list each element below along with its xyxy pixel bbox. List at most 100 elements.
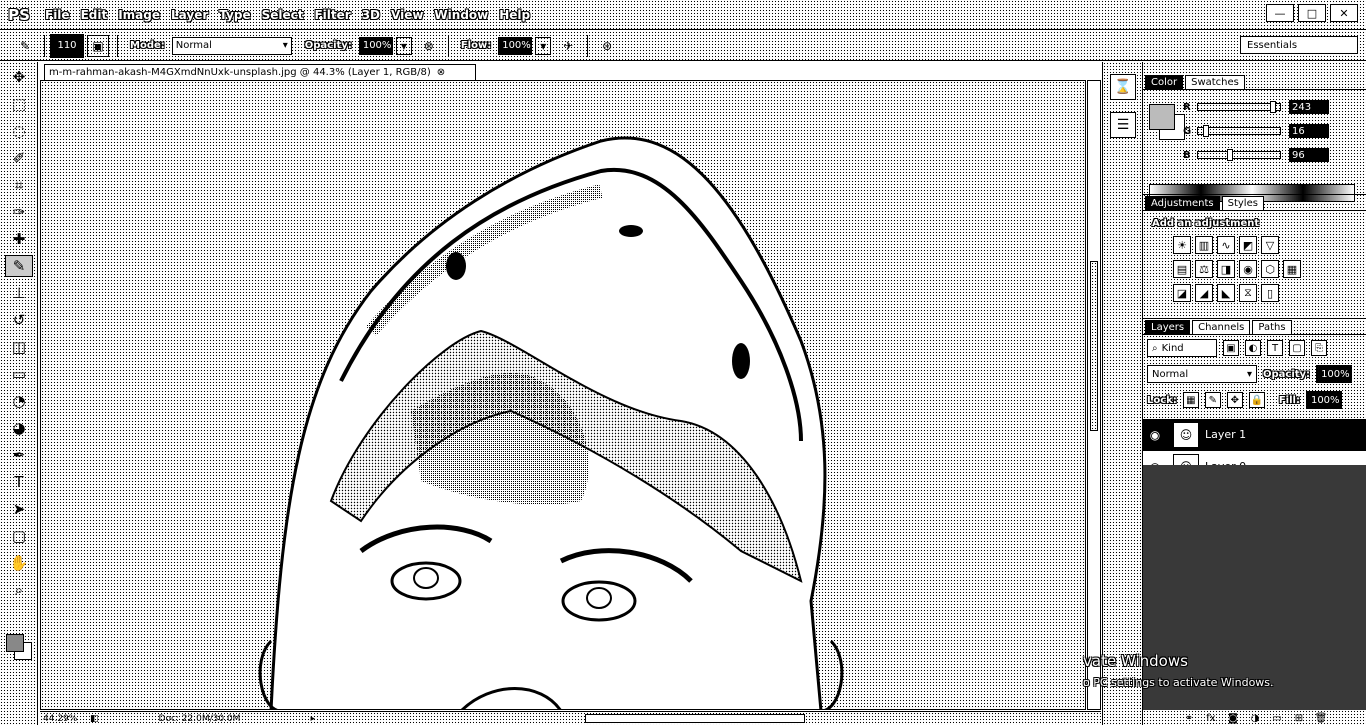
lock-all-icon[interactable]: 🔒 bbox=[1248, 392, 1265, 408]
layer-name[interactable]: Layer 1 bbox=[1205, 428, 1246, 441]
gradient-tool-icon[interactable]: ▭ bbox=[5, 363, 33, 385]
invert-icon[interactable]: ◪ bbox=[1173, 284, 1191, 302]
red-value[interactable]: 243 bbox=[1289, 100, 1329, 114]
healing-tool-icon[interactable]: ✚ bbox=[5, 228, 33, 250]
mode-select[interactable]: Normal ▾ bbox=[171, 36, 292, 55]
hue-saturation-icon[interactable]: ▤ bbox=[1173, 260, 1191, 278]
new-group-icon[interactable]: ▭ bbox=[1269, 711, 1285, 725]
workspace-select[interactable]: Essentials bbox=[1240, 36, 1358, 54]
add-mask-icon[interactable]: ◙ bbox=[1225, 711, 1241, 725]
menu-view[interactable]: View bbox=[391, 8, 423, 22]
menu-file[interactable]: File bbox=[45, 8, 70, 22]
marquee-tool-icon[interactable]: ⬚ bbox=[5, 93, 33, 115]
foreground-color-swatch[interactable] bbox=[1149, 104, 1175, 130]
brush-size-picker[interactable]: 110 bbox=[50, 33, 84, 58]
document-canvas[interactable] bbox=[40, 80, 1086, 710]
vertical-scroll-thumb[interactable] bbox=[1090, 261, 1098, 431]
brush-panel-toggle-icon[interactable]: ▣ bbox=[87, 34, 109, 57]
horizontal-scroll-thumb[interactable] bbox=[585, 714, 805, 723]
levels-icon[interactable]: ▥ bbox=[1195, 236, 1213, 254]
crop-tool-icon[interactable]: ⌗ bbox=[5, 174, 33, 196]
channel-mixer-icon[interactable]: ⬡ bbox=[1261, 260, 1279, 278]
red-slider-knob[interactable] bbox=[1270, 101, 1276, 113]
green-value[interactable]: 16 bbox=[1289, 124, 1329, 138]
eraser-tool-icon[interactable]: ◫ bbox=[5, 336, 33, 358]
curves-icon[interactable]: ∿ bbox=[1217, 236, 1235, 254]
tab-paths[interactable]: Paths bbox=[1252, 320, 1292, 334]
red-slider[interactable] bbox=[1197, 101, 1281, 113]
pen-tool-icon[interactable]: ✒ bbox=[5, 444, 33, 466]
fx-icon[interactable]: fx bbox=[1203, 711, 1219, 725]
exposure-icon[interactable]: ◩ bbox=[1239, 236, 1257, 254]
tab-styles[interactable]: Styles bbox=[1221, 196, 1264, 210]
hand-tool-icon[interactable]: ✋ bbox=[5, 552, 33, 574]
history-brush-tool-icon[interactable]: ↺ bbox=[5, 309, 33, 331]
brightness-contrast-icon[interactable]: ☀ bbox=[1173, 236, 1191, 254]
move-tool-icon[interactable]: ✥ bbox=[5, 66, 33, 88]
tab-layers[interactable]: Layers bbox=[1145, 320, 1191, 334]
lasso-tool-icon[interactable]: ◌ bbox=[5, 120, 33, 142]
status-menu-icon[interactable]: ◧ bbox=[90, 714, 99, 724]
menu-select[interactable]: Select bbox=[262, 8, 304, 22]
threshold-icon[interactable]: ◣ bbox=[1217, 284, 1235, 302]
smart-filter-icon[interactable]: ⎘ bbox=[1311, 340, 1327, 356]
layer-row-layer-1[interactable]: ◉ ☺ Layer 1 bbox=[1143, 419, 1366, 451]
tab-adjustments[interactable]: Adjustments bbox=[1145, 196, 1220, 210]
status-arrow-icon[interactable]: ▸ bbox=[310, 714, 315, 724]
type-filter-icon[interactable]: T bbox=[1267, 340, 1283, 356]
opacity-dropdown-icon[interactable]: ▾ bbox=[395, 36, 412, 55]
brush-tool-icon[interactable]: ✎ bbox=[5, 255, 33, 277]
vertical-scrollbar[interactable] bbox=[1087, 80, 1101, 710]
blue-slider[interactable] bbox=[1197, 149, 1281, 161]
kind-filter-select[interactable]: ⌕ Kind bbox=[1147, 339, 1217, 357]
type-tool-icon[interactable]: T bbox=[5, 471, 33, 493]
layer-opacity-input[interactable]: 100% bbox=[1316, 365, 1353, 383]
airbrush-icon[interactable]: ✈ bbox=[557, 35, 579, 57]
green-slider[interactable] bbox=[1197, 125, 1281, 137]
pixel-filter-icon[interactable]: ▣ bbox=[1223, 340, 1239, 356]
menu-type[interactable]: Type bbox=[219, 8, 250, 22]
dodge-tool-icon[interactable]: ◕ bbox=[5, 417, 33, 439]
lock-position-icon[interactable]: ✥ bbox=[1226, 392, 1243, 408]
zoom-tool-icon[interactable]: ⌕ bbox=[5, 579, 33, 601]
gradient-map-icon[interactable]: ⧖ bbox=[1239, 284, 1257, 302]
close-tab-icon[interactable]: ⊗ bbox=[437, 67, 445, 78]
zoom-level[interactable]: 44.29% bbox=[40, 714, 90, 724]
menu-image[interactable]: Image bbox=[118, 8, 160, 22]
tool-color-swatches[interactable] bbox=[6, 634, 34, 662]
eyedropper-tool-icon[interactable]: ✑ bbox=[5, 201, 33, 223]
tool-foreground-swatch[interactable] bbox=[6, 634, 24, 652]
color-lookup-icon[interactable]: ▦ bbox=[1283, 260, 1301, 278]
pressure-opacity-icon[interactable]: ⊛ bbox=[418, 35, 440, 57]
history-panel-icon[interactable]: ⌛ bbox=[1110, 74, 1136, 100]
delete-layer-icon[interactable]: 🗑 bbox=[1313, 711, 1329, 725]
flow-dropdown-icon[interactable]: ▾ bbox=[535, 36, 552, 55]
blend-mode-select[interactable]: Normal ▾ bbox=[1147, 365, 1257, 383]
menu-edit[interactable]: Edit bbox=[81, 8, 108, 22]
new-layer-icon[interactable]: ⊞ bbox=[1291, 711, 1307, 725]
adjustment-filter-icon[interactable]: ◐ bbox=[1245, 340, 1261, 356]
menu-filter[interactable]: Filter bbox=[314, 8, 350, 22]
black-white-icon[interactable]: ◨ bbox=[1217, 260, 1235, 278]
stamp-tool-icon[interactable]: ⊥ bbox=[5, 282, 33, 304]
selective-color-icon[interactable]: ▯ bbox=[1261, 284, 1279, 302]
path-select-tool-icon[interactable]: ➤ bbox=[5, 498, 33, 520]
lock-transparency-icon[interactable]: ▦ bbox=[1182, 392, 1199, 408]
minimize-button[interactable]: — bbox=[1266, 4, 1294, 22]
blur-tool-icon[interactable]: ◔ bbox=[5, 390, 33, 412]
color-balance-icon[interactable]: ⚖ bbox=[1195, 260, 1213, 278]
properties-panel-icon[interactable]: ☰ bbox=[1110, 112, 1136, 138]
shape-tool-icon[interactable]: ▢ bbox=[5, 525, 33, 547]
menu-window[interactable]: Window bbox=[434, 8, 488, 22]
close-button[interactable]: ✕ bbox=[1330, 4, 1358, 22]
fill-input[interactable]: 100% bbox=[1305, 391, 1342, 409]
tab-color[interactable]: Color bbox=[1145, 75, 1184, 89]
menu-3d[interactable]: 3D bbox=[362, 8, 380, 22]
posterize-icon[interactable]: ◢ bbox=[1195, 284, 1213, 302]
pressure-size-icon[interactable]: ⊛ bbox=[596, 35, 618, 57]
photo-filter-icon[interactable]: ◉ bbox=[1239, 260, 1257, 278]
opacity-input[interactable]: 100% bbox=[358, 36, 393, 55]
flow-input[interactable]: 100% bbox=[498, 36, 533, 55]
maximize-button[interactable]: □ bbox=[1298, 4, 1326, 22]
lock-pixels-icon[interactable]: ✎ bbox=[1204, 392, 1221, 408]
